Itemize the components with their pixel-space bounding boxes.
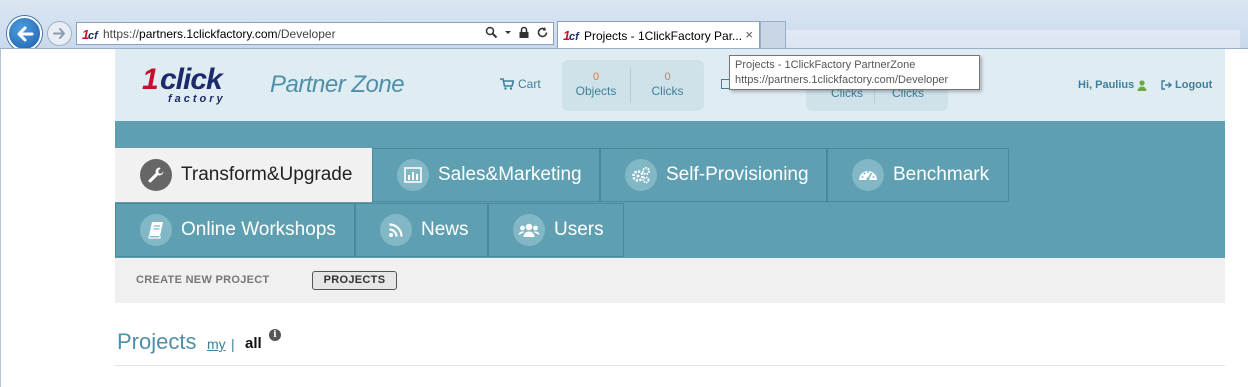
bar-chart-icon [397, 159, 429, 191]
refresh-icon[interactable] [536, 26, 549, 39]
nav-label: Users [554, 219, 604, 240]
url-host: partners.1clickfactory.com [139, 27, 278, 41]
cart-label: Cart [518, 77, 541, 91]
cart-clicks-label: Clicks [651, 84, 684, 98]
logo-factory: factory [168, 93, 226, 105]
browser-toolbar: 1 cf https://partners.1clickfactory.com/… [0, 0, 1248, 49]
svg-text:cf: cf [569, 31, 580, 42]
logout-link[interactable]: Logout [1161, 79, 1212, 91]
user-icon [1137, 79, 1147, 91]
logo-click: click [160, 63, 223, 96]
address-url: https://partners.1clickfactory.com/Devel… [103, 27, 336, 41]
site-header: 1 click factory Partner Zone Cart 0 Obje… [115, 49, 1225, 121]
cart-clicks[interactable]: 0 Clicks [631, 60, 704, 111]
filter-my-link[interactable]: my [207, 336, 226, 352]
nav-tab-self-provisioning[interactable]: Self-Provisioning [600, 148, 827, 202]
cart-objects-count: 0 [592, 71, 600, 83]
logout-label: Logout [1175, 79, 1213, 91]
filter-separator: | [231, 336, 235, 352]
cart-icon [500, 78, 514, 90]
forward-arrow-icon [53, 28, 65, 39]
rss-icon [380, 214, 412, 246]
cart-clicks-count: 0 [664, 71, 671, 83]
dropdown-arrow-icon[interactable] [504, 26, 512, 39]
nav-tab-transform-upgrade[interactable]: Transform&Upgrade [115, 148, 372, 202]
users-icon [513, 214, 545, 246]
tab-tooltip: Projects - 1ClickFactory PartnerZone htt… [729, 55, 980, 90]
page-title: Projects [117, 329, 197, 354]
tab-title: Projects - 1ClickFactory Par... [584, 29, 743, 43]
nav-label: Sales&Marketing [438, 164, 582, 185]
back-button[interactable] [7, 16, 42, 48]
back-arrow-icon [17, 26, 34, 42]
cart-link[interactable]: Cart [500, 77, 541, 91]
logout-icon [1161, 80, 1172, 90]
cart-objects[interactable]: 0 Objects [562, 60, 630, 111]
partner-zone-title: Partner Zone [270, 71, 405, 98]
window-edge [0, 49, 1, 387]
browser-tab-active[interactable]: 1 cf Projects - 1ClickFactory Par... × [557, 21, 760, 48]
wrench-icon [140, 159, 172, 191]
company-logo[interactable]: 1 click factory [142, 63, 242, 107]
tab-favicon-icon: 1 cf [563, 28, 580, 42]
nav-tab-benchmark[interactable]: Benchmark [827, 148, 1009, 202]
book-icon [140, 214, 172, 246]
cart-summary[interactable]: 0 Objects 0 Clicks [562, 60, 704, 111]
address-tools [485, 26, 549, 39]
address-bar[interactable]: 1 cf https://partners.1clickfactory.com/… [76, 22, 554, 45]
nav-label: Online Workshops [181, 219, 336, 240]
site-favicon-icon: 1 cf [82, 27, 99, 41]
nav-tab-users[interactable]: Users [488, 203, 624, 257]
cart-objects-label: Objects [575, 84, 617, 98]
projects-button[interactable]: PROJECTS [312, 271, 397, 290]
sub-nav: CREATE NEW PROJECT PROJECTS [115, 258, 1225, 303]
nav-label: Self-Provisioning [666, 164, 809, 185]
create-new-project-link[interactable]: CREATE NEW PROJECT [136, 274, 270, 286]
tooltip-title: Projects - 1ClickFactory PartnerZone [735, 59, 916, 71]
greeting-text: Hi, Paulius [1078, 79, 1135, 91]
nav-tab-news[interactable]: News [355, 203, 488, 257]
nav-label: Benchmark [893, 164, 990, 185]
logo-one: 1 [142, 63, 159, 96]
filter-all-link[interactable]: all [245, 335, 262, 352]
forward-button[interactable] [47, 21, 72, 46]
user-greeting[interactable]: Hi, Paulius [1078, 79, 1147, 91]
divider [115, 365, 1225, 366]
nav-label: News [421, 219, 469, 240]
info-icon[interactable]: i [269, 329, 281, 341]
lock-icon[interactable] [518, 26, 530, 39]
nav-tab-online-workshops[interactable]: Online Workshops [115, 203, 355, 257]
tooltip-url: https://partners.1clickfactory.com/Devel… [735, 74, 949, 86]
search-icon[interactable] [485, 26, 498, 39]
nav-tab-sales-marketing[interactable]: Sales&Marketing [372, 148, 600, 202]
url-path: /Developer [277, 27, 336, 41]
nav-label: Transform&Upgrade [181, 164, 353, 185]
svg-text:cf: cf [88, 30, 99, 41]
url-prefix: https:// [103, 27, 140, 41]
new-tab-button[interactable] [760, 21, 786, 48]
gears-icon [625, 159, 657, 191]
dashboard-icon [852, 159, 884, 191]
tab-close-icon[interactable]: × [745, 27, 753, 42]
